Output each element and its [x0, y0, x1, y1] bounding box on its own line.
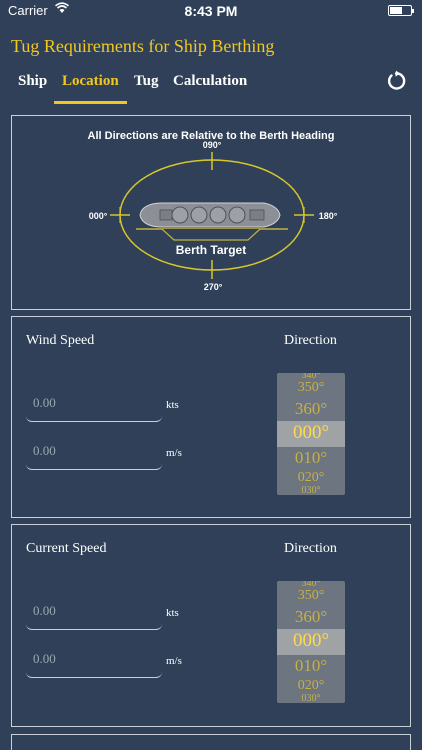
picker-option[interactable]: 020°	[277, 470, 345, 486]
current-direction-title: Direction	[284, 541, 337, 556]
berth-diagram-panel: All Directions are Relative to the Berth…	[11, 115, 411, 310]
picker-option[interactable]: 350°	[277, 380, 345, 396]
picker-option[interactable]: 010°	[277, 448, 345, 468]
tab-bar: Ship Location Tug Calculation	[0, 70, 422, 106]
degree-label-000: 000°	[89, 211, 108, 221]
refresh-icon[interactable]	[385, 70, 407, 92]
wind-speed-kts-input[interactable]: 0.00	[26, 392, 162, 422]
picker-option-selected[interactable]: 000°	[277, 630, 345, 652]
clock: 8:43 PM	[184, 3, 238, 19]
next-panel	[11, 734, 411, 750]
tab-ship[interactable]: Ship	[18, 73, 47, 90]
wind-direction-picker[interactable]: 340° 350° 360° 000° 010° 020° 030°	[277, 373, 345, 495]
current-kts-unit: kts	[166, 607, 179, 619]
picker-option[interactable]: 020°	[277, 678, 345, 694]
picker-option[interactable]: 350°	[277, 588, 345, 604]
picker-option[interactable]: 360°	[277, 399, 345, 419]
battery-icon	[388, 5, 414, 16]
berth-diagram: All Directions are Relative to the Berth…	[88, 130, 338, 292]
wind-direction-title: Direction	[284, 333, 337, 348]
wind-ms-unit: m/s	[166, 447, 182, 459]
tab-tug[interactable]: Tug	[134, 73, 158, 90]
degree-label-180: 180°	[319, 211, 338, 221]
tab-calculation[interactable]: Calculation	[173, 73, 247, 90]
app-title: Tug Requirements for Ship Berthing	[11, 36, 275, 56]
berth-icon: Berth Target	[136, 228, 288, 257]
current-speed-ms-input[interactable]: 0.00	[26, 648, 162, 678]
current-speed-title: Current Speed	[26, 541, 107, 556]
picker-option[interactable]: 030°	[277, 485, 345, 495]
wind-speed-ms-input[interactable]: 0.00	[26, 440, 162, 470]
degree-label-090: 090°	[203, 140, 222, 150]
active-tab-indicator	[54, 101, 127, 104]
current-speed-kts-input[interactable]: 0.00	[26, 600, 162, 630]
current-speed-panel: Current Speed Direction 0.00 kts 0.00 m/…	[11, 524, 411, 727]
degree-label-270: 270°	[204, 282, 223, 292]
current-direction-picker[interactable]: 340° 350° 360° 000° 010° 020° 030°	[277, 581, 345, 703]
picker-option[interactable]: 030°	[277, 693, 345, 703]
wind-speed-title: Wind Speed	[26, 333, 95, 348]
picker-option-selected[interactable]: 000°	[277, 422, 345, 444]
wind-kts-unit: kts	[166, 399, 179, 411]
ship-icon	[139, 202, 281, 228]
picker-option[interactable]: 360°	[277, 607, 345, 627]
picker-option[interactable]: 010°	[277, 656, 345, 676]
status-bar: Carrier 8:43 PM	[0, 0, 422, 22]
wind-speed-panel: Wind Speed Direction 0.00 kts 0.00 m/s 3…	[11, 316, 411, 518]
current-ms-unit: m/s	[166, 655, 182, 667]
tab-location[interactable]: Location	[62, 73, 119, 90]
berth-target-label: Berth Target	[176, 243, 246, 257]
